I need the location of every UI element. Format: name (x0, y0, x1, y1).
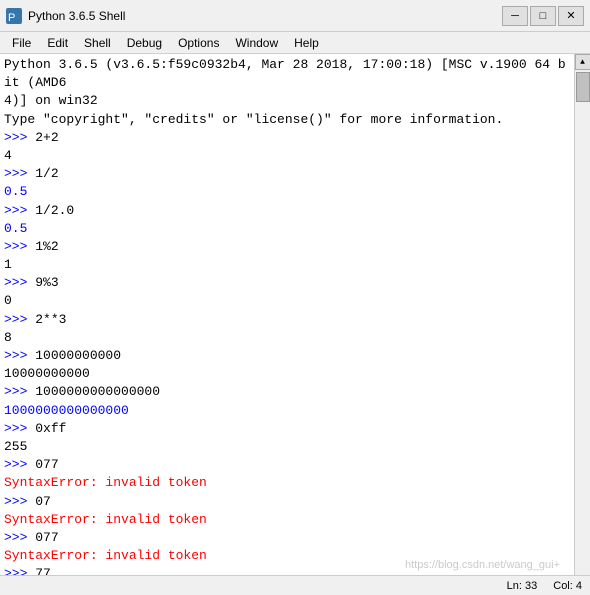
title-bar: P Python 3.6.5 Shell ─ □ ✕ (0, 0, 590, 32)
title-bar-controls: ─ □ ✕ (502, 6, 584, 26)
menu-edit[interactable]: Edit (39, 32, 76, 53)
close-button[interactable]: ✕ (558, 6, 584, 26)
menu-options[interactable]: Options (170, 32, 227, 53)
menu-help[interactable]: Help (286, 32, 327, 53)
window-title: Python 3.6.5 Shell (28, 9, 125, 23)
svg-text:P: P (8, 12, 15, 24)
shell-outer: Python 3.6.5 (v3.6.5:f59c0932b4, Mar 28 … (0, 54, 590, 575)
python-icon: P (6, 8, 22, 24)
scrollbar-track[interactable]: ▲ (574, 54, 590, 575)
status-bar: Ln: 33 Col: 4 (0, 575, 590, 595)
menu-window[interactable]: Window (227, 32, 286, 53)
col-status: Col: 4 (553, 580, 582, 592)
menu-debug[interactable]: Debug (119, 32, 170, 53)
title-bar-left: P Python 3.6.5 Shell (6, 8, 125, 24)
scrollbar-up-button[interactable]: ▲ (575, 54, 590, 70)
menu-bar: File Edit Shell Debug Options Window Hel… (0, 32, 590, 54)
minimize-button[interactable]: ─ (502, 6, 528, 26)
menu-shell[interactable]: Shell (76, 32, 119, 53)
shell-output: Python 3.6.5 (v3.6.5:f59c0932b4, Mar 28 … (4, 56, 570, 575)
shell-content[interactable]: Python 3.6.5 (v3.6.5:f59c0932b4, Mar 28 … (0, 54, 574, 575)
menu-file[interactable]: File (4, 32, 39, 53)
scrollbar-thumb[interactable] (576, 72, 590, 102)
maximize-button[interactable]: □ (530, 6, 556, 26)
ln-status: Ln: 33 (507, 580, 538, 592)
